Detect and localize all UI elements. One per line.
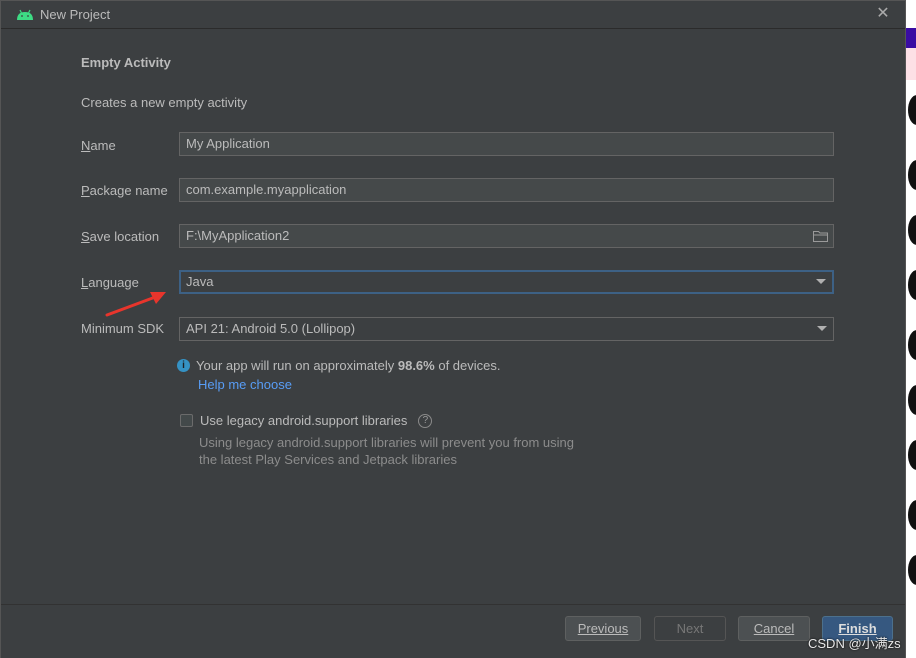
info-prefix: Your app will run on approximately bbox=[196, 358, 398, 373]
dialog-title: New Project bbox=[40, 7, 111, 22]
name-label-text: ame bbox=[90, 138, 116, 153]
name-label: Name bbox=[81, 138, 116, 153]
save-location-label-text: ave location bbox=[89, 229, 160, 244]
background-tab bbox=[905, 28, 916, 48]
package-name-label: Package name bbox=[81, 183, 168, 198]
package-name-field[interactable]: com.example.myapplication bbox=[179, 178, 834, 202]
close-icon[interactable]: ✕ bbox=[875, 6, 891, 22]
background-ide-strip bbox=[905, 0, 916, 658]
language-select[interactable]: Java bbox=[179, 270, 834, 294]
background-shape bbox=[908, 270, 916, 300]
dialog-titlebar: New Project ✕ bbox=[1, 1, 905, 29]
save-location-mnemonic: S bbox=[81, 229, 90, 244]
background-shape bbox=[908, 555, 916, 585]
previous-label: Previous bbox=[577, 621, 629, 636]
info-icon: i bbox=[177, 359, 190, 372]
minimum-sdk-select[interactable]: API 21: Android 5.0 (Lollipop) bbox=[179, 317, 834, 341]
question-mark-icon[interactable]: ? bbox=[418, 413, 433, 428]
background-highlight bbox=[905, 48, 916, 80]
legacy-support-label[interactable]: Use legacy android.support libraries bbox=[200, 413, 407, 428]
background-shape bbox=[908, 440, 916, 470]
android-icon bbox=[17, 9, 33, 20]
minimum-sdk-label: Minimum SDK bbox=[81, 321, 165, 336]
chevron-down-icon bbox=[817, 326, 827, 331]
previous-button[interactable]: Previous bbox=[565, 616, 641, 641]
language-label-text: anguage bbox=[88, 275, 139, 290]
cancel-label: Cancel bbox=[753, 621, 795, 636]
background-shape bbox=[908, 160, 916, 190]
background-shape bbox=[908, 385, 916, 415]
save-location-field[interactable]: F:\MyApplication2 bbox=[179, 224, 834, 248]
language-value: Java bbox=[186, 274, 214, 289]
language-label: Language bbox=[81, 275, 139, 290]
name-mnemonic: N bbox=[81, 138, 91, 153]
legacy-desc-line2: the latest Play Services and Jetpack lib… bbox=[199, 452, 457, 467]
background-shape bbox=[908, 95, 916, 125]
cancel-button[interactable]: Cancel bbox=[738, 616, 810, 641]
watermark: CSDN @小满zs bbox=[808, 636, 901, 651]
device-coverage-info: i Your app will run on approximately 98.… bbox=[177, 358, 501, 373]
save-location-label: Save location bbox=[81, 229, 159, 244]
legacy-desc-line1: Using legacy android.support libraries w… bbox=[199, 435, 575, 450]
help-me-choose-link[interactable]: Help me choose bbox=[198, 377, 292, 392]
legacy-support-checkbox[interactable] bbox=[180, 414, 193, 427]
legacy-support-description: Using legacy android.support libraries w… bbox=[199, 434, 574, 468]
dialog-footer: Previous Next Cancel Finish bbox=[1, 604, 905, 658]
dialog-content: Empty Activity Creates a new empty activ… bbox=[10, 30, 893, 604]
package-mnemonic: P bbox=[81, 183, 90, 198]
background-shape bbox=[908, 215, 916, 245]
next-button[interactable]: Next bbox=[654, 616, 726, 641]
info-suffix: of devices. bbox=[434, 358, 501, 373]
background-shape bbox=[908, 500, 916, 530]
chevron-down-icon bbox=[816, 279, 826, 284]
template-description: Creates a new empty activity bbox=[81, 95, 248, 110]
name-field[interactable]: My Application bbox=[179, 132, 834, 156]
legacy-support-option[interactable]: Use legacy android.support libraries ? bbox=[180, 413, 433, 428]
background-shape bbox=[908, 330, 916, 360]
info-percent: 98.6% bbox=[397, 358, 435, 373]
template-heading: Empty Activity bbox=[81, 55, 171, 70]
folder-icon[interactable] bbox=[813, 230, 828, 242]
package-label-text: ackage name bbox=[89, 183, 168, 198]
minimum-sdk-value: API 21: Android 5.0 (Lollipop) bbox=[186, 321, 356, 336]
save-location-value: F:\MyApplication2 bbox=[186, 228, 290, 243]
new-project-dialog: New Project ✕ Empty Activity Creates a n… bbox=[0, 0, 906, 658]
